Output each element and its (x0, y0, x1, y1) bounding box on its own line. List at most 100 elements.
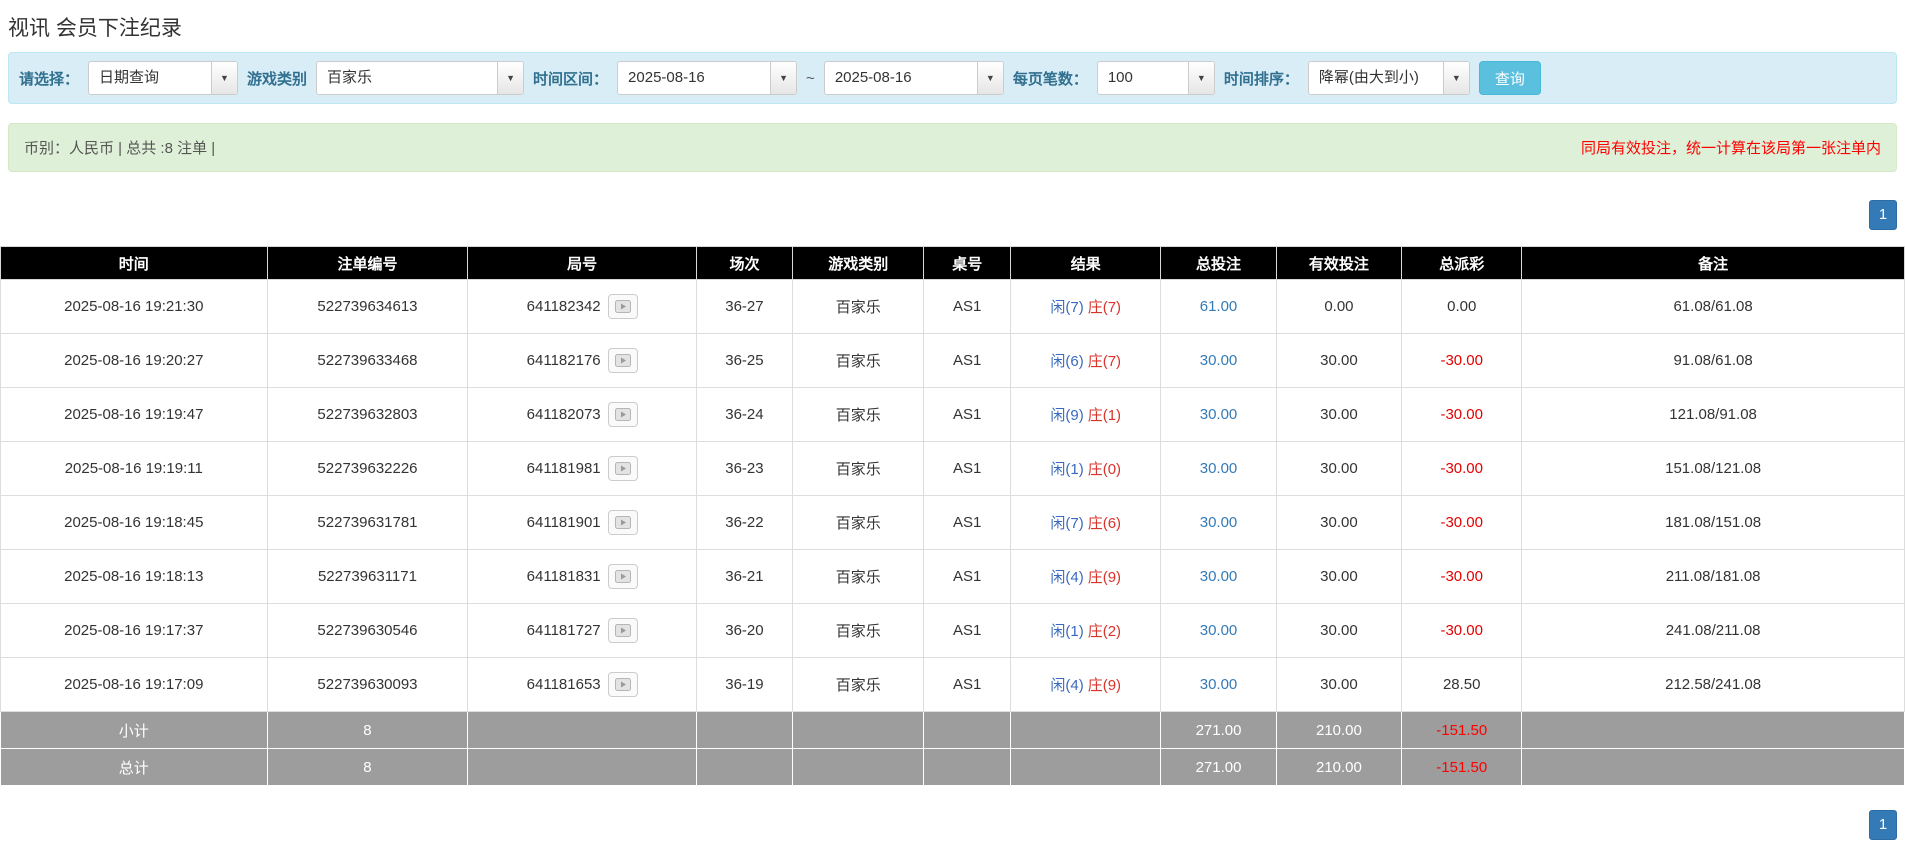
total-bet-link[interactable]: 61.00 (1200, 298, 1238, 315)
header-session: 场次 (696, 247, 792, 280)
subtotal-count: 8 (267, 712, 468, 749)
total-bet-link[interactable]: 30.00 (1200, 568, 1238, 585)
total-bet-link[interactable]: 30.00 (1200, 676, 1238, 693)
cell-valid-bet: 30.00 (1276, 604, 1402, 658)
chevron-down-icon[interactable]: ▼ (977, 62, 1003, 94)
header-remark: 备注 (1522, 247, 1905, 280)
video-replay-icon[interactable] (608, 618, 638, 643)
cell-result: 闲(1) 庄(0) (1011, 442, 1161, 496)
result-banker: 庄(2) (1088, 623, 1121, 640)
cell-game-type: 百家乐 (793, 604, 924, 658)
video-replay-icon[interactable] (608, 348, 638, 373)
round-id-text: 641181653 (527, 676, 601, 693)
game-type-value: 百家乐 (317, 62, 497, 94)
query-type-value: 日期查询 (89, 62, 211, 94)
total-bet-link[interactable]: 30.00 (1200, 352, 1238, 369)
video-replay-icon[interactable] (608, 294, 638, 319)
cell-game-type: 百家乐 (793, 496, 924, 550)
date-from-dropdown[interactable]: 2025-08-16 ▼ (617, 61, 797, 95)
chevron-down-icon[interactable]: ▼ (211, 62, 237, 94)
page-1-button[interactable]: 1 (1869, 200, 1897, 230)
total-label: 总计 (1, 749, 268, 786)
result-player: 闲(7) (1050, 299, 1083, 316)
page-size-dropdown[interactable]: 100 ▼ (1097, 61, 1215, 95)
total-row: 总计 8 271.00 210.00 -151.50 (1, 749, 1905, 786)
round-id-text: 641182176 (527, 352, 601, 369)
cell-game-type: 百家乐 (793, 442, 924, 496)
cell-result: 闲(4)庄(9) (1011, 658, 1161, 712)
result-player: 闲(1) (1050, 623, 1083, 640)
page-size-value: 100 (1098, 62, 1188, 94)
cell-result: 闲(7)庄(7) (1011, 280, 1161, 334)
sort-dropdown[interactable]: 降幂(由大到小) ▼ (1308, 61, 1470, 95)
cell-payout: -30.00 (1402, 604, 1522, 658)
total-bet-link[interactable]: 30.00 (1200, 460, 1238, 477)
video-replay-icon[interactable] (608, 456, 638, 481)
round-id-text: 641181727 (527, 622, 601, 639)
result-banker: 庄(9) (1088, 677, 1121, 694)
header-table-no: 桌号 (924, 247, 1011, 280)
valid-bet-notice: 同局有效投注，统一计算在该局第一张注单内 (1581, 137, 1881, 158)
date-to-dropdown[interactable]: 2025-08-16 ▼ (824, 61, 1004, 95)
cell-result: 闲(7)庄(6) (1011, 496, 1161, 550)
cell-payout: -30.00 (1402, 388, 1522, 442)
cell-valid-bet: 30.00 (1276, 550, 1402, 604)
subtotal-valid-bet: 210.00 (1276, 712, 1402, 749)
chevron-down-icon[interactable]: ▼ (770, 62, 796, 94)
cell-round-id: 641182073 (468, 388, 696, 442)
search-button[interactable]: 查询 (1479, 61, 1541, 95)
video-replay-icon[interactable] (608, 564, 638, 589)
game-type-dropdown[interactable]: 百家乐 ▼ (316, 61, 524, 95)
cell-table-no: AS1 (924, 550, 1011, 604)
video-replay-icon[interactable] (608, 672, 638, 697)
chevron-down-icon[interactable]: ▼ (1443, 62, 1469, 94)
total-bet-link[interactable]: 30.00 (1200, 406, 1238, 423)
video-replay-icon[interactable] (608, 510, 638, 535)
subtotal-total-bet: 271.00 (1161, 712, 1276, 749)
header-total-bet: 总投注 (1161, 247, 1276, 280)
page-1-button-bottom[interactable]: 1 (1869, 810, 1897, 840)
chevron-down-icon[interactable]: ▼ (1188, 62, 1214, 94)
page-size-label: 每页笔数： (1013, 68, 1088, 89)
cell-bet-id: 522739634613 (267, 280, 468, 334)
cell-table-no: AS1 (924, 658, 1011, 712)
cell-valid-bet: 0.00 (1276, 280, 1402, 334)
result-banker: 庄(1) (1088, 407, 1121, 424)
cell-total-bet: 30.00 (1161, 550, 1276, 604)
cell-time: 2025-08-16 19:19:47 (1, 388, 268, 442)
result-banker: 庄(0) (1088, 461, 1121, 478)
cell-total-bet: 30.00 (1161, 334, 1276, 388)
cell-session: 36-23 (696, 442, 792, 496)
cell-result: 闲(1) 庄(2) (1011, 604, 1161, 658)
cell-bet-id: 522739630546 (267, 604, 468, 658)
cell-session: 36-25 (696, 334, 792, 388)
cell-session: 36-27 (696, 280, 792, 334)
round-id-text: 641181901 (527, 514, 601, 531)
cell-table-no: AS1 (924, 604, 1011, 658)
chevron-down-icon[interactable]: ▼ (497, 62, 523, 94)
video-replay-icon[interactable] (608, 402, 638, 427)
header-bet-id: 注单编号 (267, 247, 468, 280)
cell-total-bet: 30.00 (1161, 496, 1276, 550)
cell-total-bet: 30.00 (1161, 442, 1276, 496)
total-bet-link[interactable]: 30.00 (1200, 622, 1238, 639)
cell-valid-bet: 30.00 (1276, 496, 1402, 550)
cell-remark: 181.08/151.08 (1522, 496, 1905, 550)
query-type-dropdown[interactable]: 日期查询 ▼ (88, 61, 238, 95)
cell-result: 闲(9) 庄(1) (1011, 388, 1161, 442)
result-player: 闲(1) (1050, 461, 1083, 478)
cell-bet-id: 522739632226 (267, 442, 468, 496)
cell-session: 36-19 (696, 658, 792, 712)
select-label: 请选择： (19, 68, 79, 89)
cell-session: 36-20 (696, 604, 792, 658)
total-total-bet: 271.00 (1161, 749, 1276, 786)
total-bet-link[interactable]: 30.00 (1200, 514, 1238, 531)
round-id-text: 641182073 (527, 406, 601, 423)
table-row: 2025-08-16 19:18:13 522739631171 6411818… (1, 550, 1905, 604)
cell-valid-bet: 30.00 (1276, 658, 1402, 712)
cell-remark: 212.58/241.08 (1522, 658, 1905, 712)
result-player: 闲(9) (1050, 407, 1083, 424)
cell-remark: 241.08/211.08 (1522, 604, 1905, 658)
cell-round-id: 641181901 (468, 496, 696, 550)
pagination-bottom: 1 (0, 810, 1897, 840)
